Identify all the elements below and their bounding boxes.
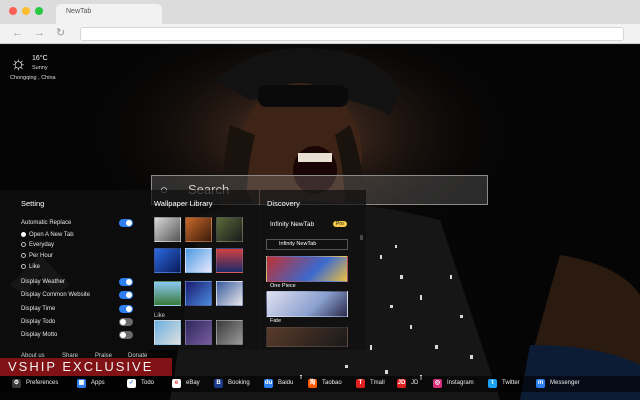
wallpaper-logo-banner: VSHIP EXCLUSIVE — [0, 358, 172, 376]
weather-description: Sunny — [32, 65, 48, 71]
wallpaper-thumb[interactable] — [216, 217, 243, 242]
address-bar[interactable] — [80, 27, 624, 41]
pro-badge: Pro — [333, 221, 347, 227]
apps-icon: ▦ — [77, 379, 86, 388]
wallpaper-thumb[interactable] — [154, 281, 181, 306]
display-todo-toggle[interactable] — [119, 318, 133, 326]
booking-icon: B — [214, 379, 223, 388]
discovery-card-label: One Piece — [270, 283, 296, 289]
wallpaper-thumb[interactable] — [216, 248, 243, 273]
setting-title: Setting — [21, 199, 45, 208]
discovery-card-label: Fate — [270, 318, 282, 324]
twitter-icon: t — [488, 379, 497, 388]
discovery-title: Discovery — [267, 199, 300, 208]
sun-icon: ☼ — [10, 53, 27, 73]
wallpaper-thumb[interactable] — [185, 281, 212, 306]
infinity-newtab-name[interactable]: Infinity NewTab — [270, 221, 314, 228]
option-everyday[interactable]: Everyday — [21, 242, 54, 248]
wallpaper-thumb[interactable] — [185, 320, 212, 345]
wallpaper-thumb[interactable] — [216, 320, 243, 345]
gear-icon: ⚙ — [12, 379, 21, 388]
display-common-website-label: Display Common Website — [21, 292, 90, 298]
display-weather-toggle[interactable] — [119, 278, 133, 286]
weather-city: Chongqing , China — [10, 75, 56, 81]
tab-bar: NewTab — [0, 0, 640, 24]
display-common-website-toggle[interactable] — [119, 291, 133, 299]
setting-panel: Setting Automatic Replace Open A New Tab… — [0, 190, 147, 362]
discovery-card[interactable] — [266, 327, 348, 349]
option-like[interactable]: Like — [21, 264, 40, 270]
wallpaper-thumb[interactable] — [154, 320, 181, 345]
radio-icon — [21, 253, 26, 258]
minimize-window-button[interactable] — [22, 7, 30, 15]
wallpaper-library-panel: Wallpaper Library Like — [147, 190, 259, 350]
one-piece-image — [266, 256, 348, 282]
wallpaper-thumb[interactable] — [154, 217, 181, 242]
tab-newtab[interactable]: NewTab — [56, 4, 162, 24]
display-time-label: Display Time — [21, 306, 56, 312]
browser-toolbar: ← → ↻ — [0, 24, 640, 44]
wallpaper-thumb[interactable] — [216, 281, 243, 306]
baidu-icon: du — [264, 379, 273, 388]
radio-selected-icon — [21, 232, 26, 237]
back-button[interactable]: ← — [12, 26, 23, 40]
display-weather-label: Display Weather — [21, 279, 65, 285]
radio-icon — [21, 264, 26, 269]
display-motto-toggle[interactable] — [119, 331, 133, 339]
option-per-hour[interactable]: Per Hour — [21, 253, 53, 259]
messenger-icon: m — [536, 379, 545, 388]
jd-icon: JD — [397, 379, 406, 388]
auto-replace-toggle[interactable] — [119, 219, 133, 227]
auto-replace-label: Automatic Replace — [21, 220, 72, 226]
discovery-card-fate[interactable]: Fate — [266, 291, 348, 325]
weather-widget[interactable]: ☼ 16°C Sunny Chongqing , China — [10, 54, 90, 86]
radio-icon — [21, 242, 26, 247]
check-icon: ✓ — [127, 379, 136, 388]
wallpaper-library-title: Wallpaper Library — [154, 199, 213, 208]
option-open-new-tab[interactable]: Open A New Tab — [21, 232, 74, 238]
maximize-window-button[interactable] — [35, 7, 43, 15]
wallpaper-thumb[interactable] — [185, 217, 212, 242]
like-label[interactable]: Like — [154, 313, 165, 319]
close-window-button[interactable] — [9, 7, 17, 15]
discovery-panel: Discovery Infinity NewTab Pro Infinity N… — [260, 190, 366, 350]
taobao-icon: 淘 — [308, 379, 317, 388]
bottom-shortcut-bar: ⚙ Preferences ▦ Apps ✓ Todo e eBay B Boo… — [0, 376, 640, 392]
tab-title: NewTab — [66, 8, 92, 15]
reload-button[interactable]: ↻ — [56, 26, 65, 40]
infinity-newtab-item[interactable]: Infinity NewTab — [266, 239, 348, 250]
browser-window: NewTab ← → ↻ ☼ 16°C Sunny Chongqing , Ch… — [0, 0, 640, 400]
display-todo-label: Display Todo — [21, 319, 56, 325]
discovery-card-image — [266, 327, 348, 347]
instagram-icon: ◎ — [433, 379, 442, 388]
infinity-newtab-row-label: Infinity NewTab — [279, 241, 317, 247]
tmall-icon: T — [356, 379, 365, 388]
weather-temperature: 16°C — [32, 55, 48, 62]
discovery-card-one-piece[interactable]: One Piece — [266, 256, 348, 290]
display-time-toggle[interactable] — [119, 305, 133, 313]
wallpaper-logo-text: VSHIP EXCLUSIVE — [8, 359, 154, 374]
forward-button[interactable]: → — [34, 26, 45, 40]
ebay-icon: e — [172, 379, 181, 388]
wallpaper-thumb[interactable] — [185, 248, 212, 273]
wallpaper-thumb[interactable] — [154, 248, 181, 273]
fate-image — [266, 291, 348, 317]
display-motto-label: Display Motto — [21, 332, 58, 338]
